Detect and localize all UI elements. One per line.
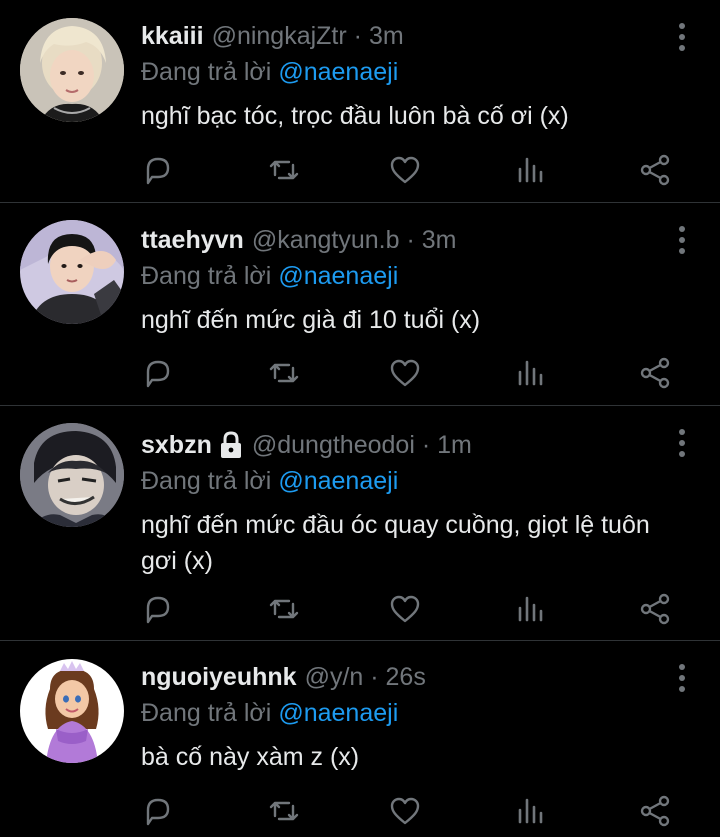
like-icon[interactable] [388, 794, 422, 828]
handle[interactable]: @dungtheodoi · 1m [252, 430, 472, 460]
avatar[interactable] [20, 659, 124, 763]
reply-context: Đang trả lời @naenaeji [141, 54, 660, 90]
share-icon[interactable] [638, 592, 672, 626]
reply-context: Đang trả lời @naenaeji [141, 463, 660, 499]
retweet-icon[interactable] [267, 153, 301, 187]
timestamp[interactable]: 1m [437, 431, 472, 459]
tweet-header: ttaehyvn @kangtyun.b · 3m [141, 222, 660, 258]
tweet-text: nghĩ bạc tóc, trọc đầu luôn bà cố ơi (x) [141, 102, 569, 130]
views-icon[interactable] [514, 356, 548, 390]
more-icon[interactable] [678, 663, 686, 693]
share-icon[interactable] [638, 356, 672, 390]
like-icon[interactable] [388, 153, 422, 187]
mention-link[interactable]: @naenaeji [278, 698, 398, 728]
tweet-actions [140, 356, 680, 396]
tweet-actions [140, 153, 680, 193]
lock-icon [220, 431, 241, 458]
reply-context: Đang trả lời @naenaeji [141, 695, 660, 731]
retweet-icon[interactable] [267, 592, 301, 626]
like-icon[interactable] [388, 592, 422, 626]
reply-icon[interactable] [140, 356, 174, 390]
reply-prefix: Đang trả lời [141, 699, 272, 727]
share-icon[interactable] [638, 794, 672, 828]
retweet-icon[interactable] [267, 794, 301, 828]
reply-icon[interactable] [140, 794, 174, 828]
display-name[interactable]: kkaiii [141, 21, 204, 51]
more-icon[interactable] [678, 428, 686, 458]
mention-link[interactable]: @naenaeji [278, 261, 398, 291]
reply-icon[interactable] [140, 153, 174, 187]
like-icon[interactable] [388, 356, 422, 390]
more-icon[interactable] [678, 22, 686, 52]
handle[interactable]: @kangtyun.b · 3m [252, 225, 457, 255]
tweet-header: nguoiyeuhnk @y/n · 26s [141, 659, 660, 695]
reply-prefix: Đang trả lời [141, 467, 272, 495]
reply-context: Đang trả lời @naenaeji [141, 258, 660, 294]
views-icon[interactable] [514, 794, 548, 828]
tweet-text: bà cố này xàm z (x) [141, 743, 360, 771]
tweet-text: nghĩ đến mức đầu óc quay cuồng, giọt lệ … [141, 511, 650, 575]
avatar[interactable] [20, 423, 124, 527]
handle[interactable]: @y/n · 26s [305, 662, 426, 692]
views-icon[interactable] [514, 592, 548, 626]
display-name[interactable]: nguoiyeuhnk [141, 662, 297, 692]
avatar[interactable] [20, 18, 124, 122]
display-name[interactable]: sxbzn [141, 430, 212, 460]
tweet-actions [140, 794, 680, 834]
tweet[interactable]: kkaiii @ningkajZtr · 3m Đang trả lời @na… [0, 0, 720, 203]
avatar[interactable] [20, 220, 124, 324]
reply-prefix: Đang trả lời [141, 58, 272, 86]
reply-prefix: Đang trả lời [141, 262, 272, 290]
display-name[interactable]: ttaehyvn [141, 225, 244, 255]
timestamp[interactable]: 3m [422, 226, 457, 254]
timestamp[interactable]: 26s [386, 663, 426, 691]
mention-link[interactable]: @naenaeji [278, 57, 398, 87]
tweet-text: nghĩ đến mức già đi 10 tuổi (x) [141, 306, 481, 334]
reply-icon[interactable] [140, 592, 174, 626]
timestamp[interactable]: 3m [369, 22, 404, 50]
mention-link[interactable]: @naenaeji [278, 466, 398, 496]
handle[interactable]: @ningkajZtr · 3m [212, 21, 404, 51]
tweet[interactable]: sxbzn @dungtheodoi · 1m Đang trả lời @na… [0, 406, 720, 641]
views-icon[interactable] [514, 153, 548, 187]
tweet-actions [140, 592, 680, 632]
tweet-header: sxbzn @dungtheodoi · 1m [141, 427, 660, 463]
tweet[interactable]: nguoiyeuhnk @y/n · 26s Đang trả lời @nae… [0, 641, 720, 837]
share-icon[interactable] [638, 153, 672, 187]
reply-feed: kkaiii @ningkajZtr · 3m Đang trả lời @na… [0, 0, 720, 837]
tweet[interactable]: ttaehyvn @kangtyun.b · 3m Đang trả lời @… [0, 203, 720, 406]
tweet-header: kkaiii @ningkajZtr · 3m [141, 18, 660, 54]
retweet-icon[interactable] [267, 356, 301, 390]
more-icon[interactable] [678, 225, 686, 255]
